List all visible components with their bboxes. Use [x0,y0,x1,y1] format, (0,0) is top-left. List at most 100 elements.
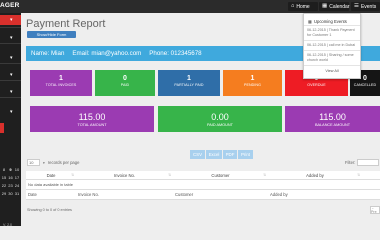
email-label: Email: [72,50,90,57]
total-amount-card: 115.00 TOTAL AMOUNT [30,106,154,132]
column-header-label: Date [46,172,56,178]
stat-card-total-invoices[interactable]: 1 TOTAL INVOICES [30,70,92,96]
sidebar-divider [0,63,21,64]
stat-label: OVERDUE [307,83,326,87]
bell-icon: ☰ [354,2,359,9]
amount-value: 0.00 [211,112,229,122]
stat-card-partially-paid[interactable]: 1 PARTIALLY PAID [158,70,220,96]
records-per-page-label: records per page [47,160,80,165]
footer-customer: Customer [175,192,194,197]
sidebar-divider [0,27,21,28]
calendar-day[interactable]: 30 [8,191,14,199]
column-header-label: Added by [306,172,324,178]
events-label: Events [360,3,377,10]
column-header-label: Invoice No. [114,172,135,178]
column-header-label: Customer [211,172,230,178]
sidebar: ▾ ▾ ▾ ▾ ▾ ▾ 8 9 10 15 16 17 22 23 24 29 … [0,13,21,227]
email-value: mian@yahoo.com [91,50,142,57]
phone-value: 012345678 [170,50,202,57]
chevron-down-icon[interactable]: ▾ [10,89,13,95]
column-header-date[interactable]: Date ⇅ [26,173,76,178]
dropdown-title: Upcoming Events [313,19,347,24]
page-title: Payment Report [26,18,106,30]
stat-value: 1 [250,75,255,82]
export-excel-button[interactable]: Excel [206,150,222,159]
stat-label: CANCELLED [353,83,377,87]
sidebar-divider [0,97,21,98]
chevron-down-icon[interactable]: ▾ [10,17,13,23]
calendar-day[interactable]: 24 [14,183,20,191]
payments-table: Date ⇅ Invoice No. ⇅ Customer ⇅ Added by… [26,171,380,200]
amount-value: 115.00 [319,112,346,122]
calendar-day[interactable]: 10 [14,167,20,175]
amount-label: BALANCE AMOUNT [314,123,351,127]
calendar-week-row: 8 9 10 [1,167,20,175]
footer-added-by: Added by [270,192,288,197]
sort-icon: ⇅ [357,172,360,177]
records-per-page-select[interactable]: 10 [27,159,40,166]
view-all-link[interactable]: View All [304,66,360,73]
customer-phone: Phone: 012345678 [149,50,201,57]
sort-icon: ⇅ [71,172,74,177]
chevron-down-icon[interactable]: ▾ [10,35,13,41]
calendar-day[interactable]: 29 [1,191,7,199]
stat-value: 0 [123,75,127,82]
amount-value: 115.00 [78,112,106,122]
filter-input[interactable] [357,159,380,166]
chevron-down-icon: ▾ [43,160,45,165]
stat-label: TOTAL INVOICES [45,83,77,87]
filter-label: Filter: [345,160,356,165]
calendar-week-row: 29 30 31 [1,191,20,199]
empty-table-message: No data available in table [26,180,380,190]
calendar-day[interactable]: 15 [1,175,7,183]
calendar-label: Calendar [329,3,350,10]
records-per-page: 10 ▾ records per page [27,159,79,166]
event-item[interactable]: 06-12-2015 | Sharing / some church world [304,51,360,66]
calendar-button[interactable]: ▦ Calendar [319,2,350,11]
sidebar-divider [0,43,21,44]
stat-label: PENDING [243,83,262,87]
paid-amount-card: 0.00 PAID AMOUNT [158,106,282,132]
name-value: Mian [50,50,65,57]
event-item[interactable]: 06-12-2015 | Thank Payment for Customer … [304,26,360,41]
calendar-day[interactable]: 16 [8,175,14,183]
show-hide-form-button[interactable]: Show/Hide Form [27,31,76,38]
stat-label: PARTIALLY PAID [174,83,204,87]
export-csv-button[interactable]: CSV [190,150,205,159]
chevron-down-icon[interactable]: ▾ [10,55,13,61]
calendar-icon: ▦ [308,19,312,24]
amount-label: PAID AMOUNT [207,123,233,127]
column-header-added-by[interactable]: Added by ⇅ [268,173,362,178]
calendar-day[interactable]: 17 [14,175,20,183]
table-info: Showing 0 to 0 of 0 entries [27,208,72,212]
stat-card-paid[interactable]: 0 PAID [95,70,155,96]
table-footer-row: Date Invoice No. Customer Added by [26,190,380,200]
calendar-day[interactable]: 23 [8,183,14,191]
brand-logo-text[interactable]: AGER [0,2,20,9]
customer-email: Email: mian@yahoo.com [72,50,141,57]
previous-page-button[interactable]: ← Pre [370,206,380,214]
event-item[interactable]: 06-12-2015 | call me in Dubai [304,41,360,51]
footer-invoice-no: Invoice No. [78,192,99,197]
column-header-customer[interactable]: Customer ⇅ [173,173,268,178]
stat-label: PAID [120,83,130,87]
stat-card-pending[interactable]: 1 PENDING [223,70,282,96]
calendar-day[interactable]: 9 [8,167,14,175]
export-pdf-button[interactable]: PDF [223,150,237,159]
balance-amount-card: 115.00 BALANCE AMOUNT [285,106,380,132]
calendar-icon: ▦ [322,2,328,9]
events-button[interactable]: ☰ Events [351,2,380,11]
stat-value: 1 [59,75,63,82]
calendar-day[interactable]: 8 [1,167,7,175]
app-version: V. 2.0 [3,223,13,227]
calendar-day[interactable]: 31 [14,191,20,199]
chevron-down-icon[interactable]: ▾ [10,72,13,78]
chevron-down-icon[interactable]: ▾ [10,109,13,115]
dropdown-header: ▦ Upcoming Events [304,14,360,26]
print-button[interactable]: Print [238,150,253,159]
home-button[interactable]: ⌂ Home [288,2,318,11]
mini-calendar: 8 9 10 15 16 17 22 23 24 29 30 31 [1,167,20,199]
stat-value: 1 [187,75,191,82]
calendar-day[interactable]: 22 [1,183,7,191]
column-header-invoice-no[interactable]: Invoice No. ⇅ [76,173,173,178]
